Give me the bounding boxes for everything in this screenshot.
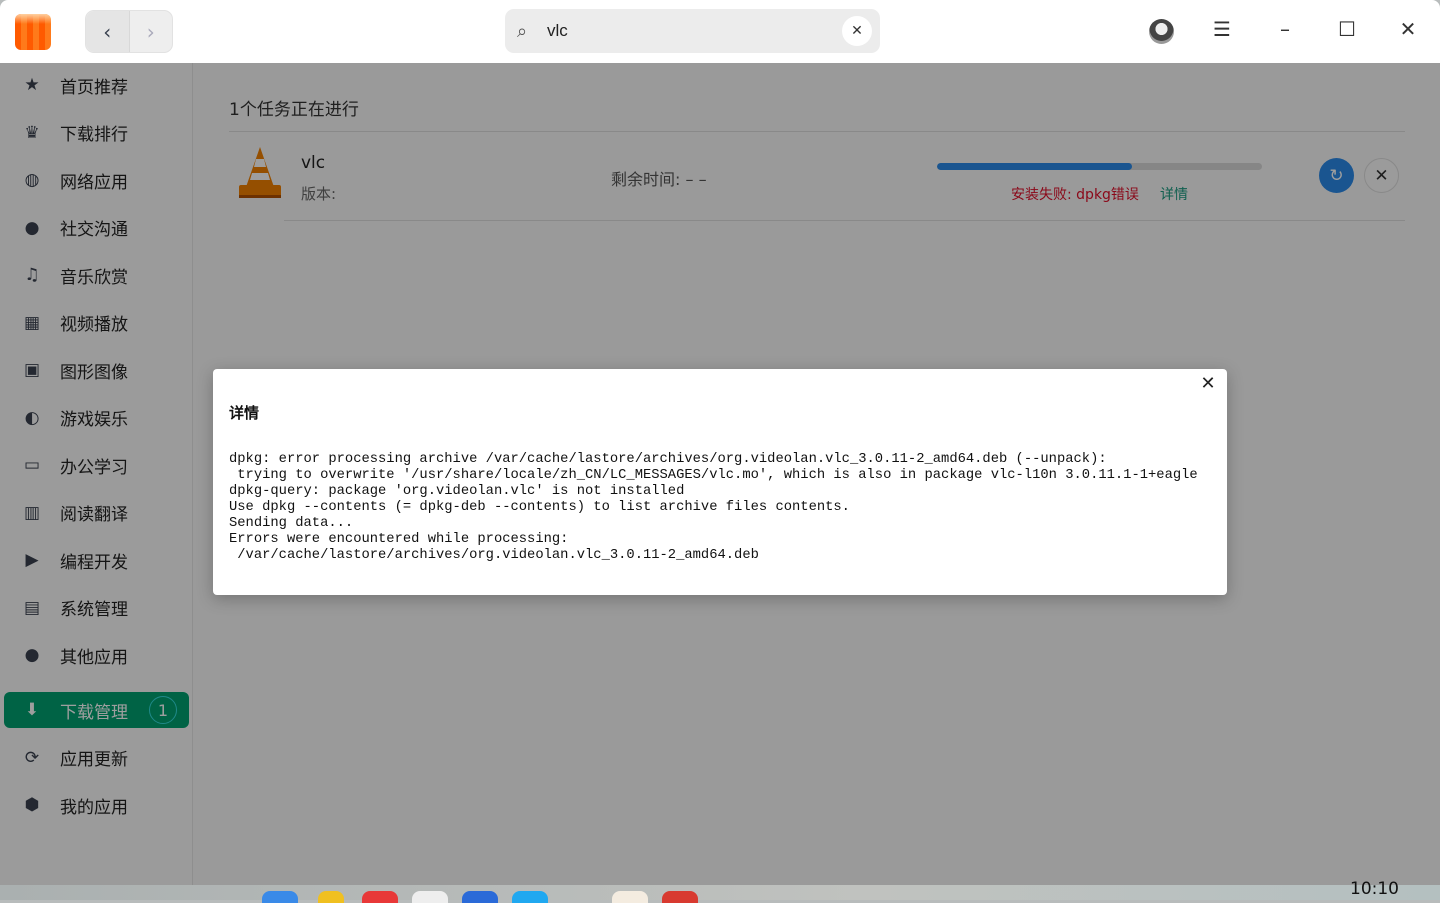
minimize-button[interactable]: – [1270,17,1300,41]
app-store-logo [15,14,51,50]
search-input[interactable] [547,21,837,41]
back-button[interactable]: ‹ [86,11,130,52]
nav-buttons: ‹ › [85,10,173,53]
search-box: ⌕ ✕ [505,9,880,53]
close-button[interactable]: ✕ [1393,17,1423,41]
dock-app-icon[interactable] [662,891,698,903]
dock: 10:10 [0,879,1440,903]
clock: 10:10 [1350,879,1399,899]
dock-app-icon[interactable] [462,891,498,903]
search-icon: ⌕ [517,20,528,42]
dialog-close-button[interactable]: ✕ [1197,373,1219,394]
menu-button[interactable]: ☰ [1207,17,1237,41]
title-bar: ‹ › ⌕ ✕ ☰ – ☐ ✕ [0,0,1440,63]
dock-app-icon[interactable] [362,891,398,903]
dialog-title: 详情 [229,404,260,422]
dock-app-icon[interactable] [412,891,448,903]
dock-app-icon[interactable] [262,891,298,903]
dock-app-icon[interactable] [612,891,648,903]
details-dialog: ✕ 详情 dpkg: error processing archive /var… [213,369,1227,595]
maximize-button[interactable]: ☐ [1332,17,1362,41]
dock-app-icon[interactable] [512,891,548,903]
clear-search-button[interactable]: ✕ [842,16,872,46]
forward-button[interactable]: › [130,11,173,52]
error-log: dpkg: error processing archive /var/cach… [229,452,1198,563]
dock-app-icon[interactable] [318,891,344,903]
avatar[interactable] [1149,19,1174,44]
